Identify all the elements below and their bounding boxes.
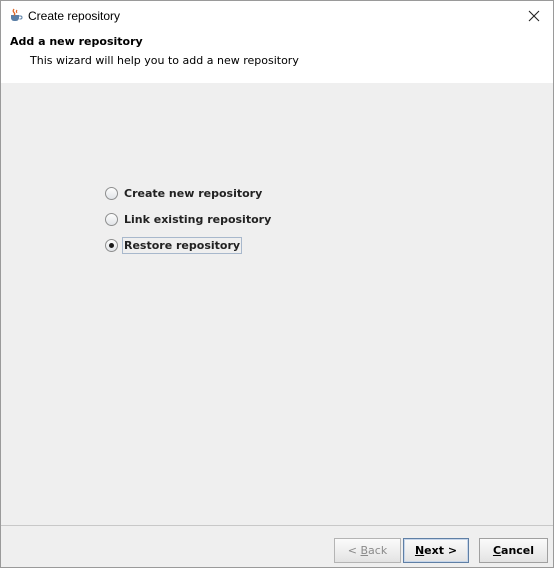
back-prefix: <	[347, 544, 361, 557]
cancel-button[interactable]: Cancel	[479, 538, 548, 563]
wizard-header: Add a new repository This wizard will he…	[1, 31, 553, 83]
wizard-content: Create new repository Link existing repo…	[1, 83, 553, 525]
window-title: Create repository	[28, 9, 121, 23]
option-label[interactable]: Link existing repository	[122, 211, 273, 228]
option-restore[interactable]: Restore repository	[105, 236, 243, 254]
wizard-footer: < Back Next > Cancel	[1, 526, 553, 567]
back-rest: ack	[368, 544, 388, 557]
next-mnemonic: N	[414, 544, 425, 557]
wizard-subtitle: This wizard will help you to add a new r…	[30, 54, 299, 67]
close-button[interactable]	[519, 4, 549, 28]
option-link-existing[interactable]: Link existing repository	[105, 210, 273, 228]
cancel-mnemonic: C	[492, 544, 502, 557]
title-bar[interactable]: Create repository	[1, 1, 553, 31]
radio-create-new[interactable]	[105, 186, 118, 200]
option-label[interactable]: Create new repository	[122, 185, 264, 202]
radio-restore[interactable]	[105, 238, 118, 252]
option-create-new[interactable]: Create new repository	[105, 184, 264, 202]
back-button[interactable]: < Back	[334, 538, 401, 563]
cancel-rest: ancel	[501, 544, 535, 557]
back-mnemonic: B	[360, 544, 369, 557]
option-label[interactable]: Restore repository	[122, 236, 243, 254]
create-repository-dialog: Create repository Add a new repository T…	[0, 0, 554, 568]
next-button[interactable]: Next >	[403, 538, 469, 563]
next-rest: ext >	[424, 544, 458, 557]
coffee-cup-icon	[9, 8, 23, 22]
radio-link-existing[interactable]	[105, 212, 118, 226]
wizard-title: Add a new repository	[10, 35, 143, 48]
close-icon	[528, 10, 540, 22]
